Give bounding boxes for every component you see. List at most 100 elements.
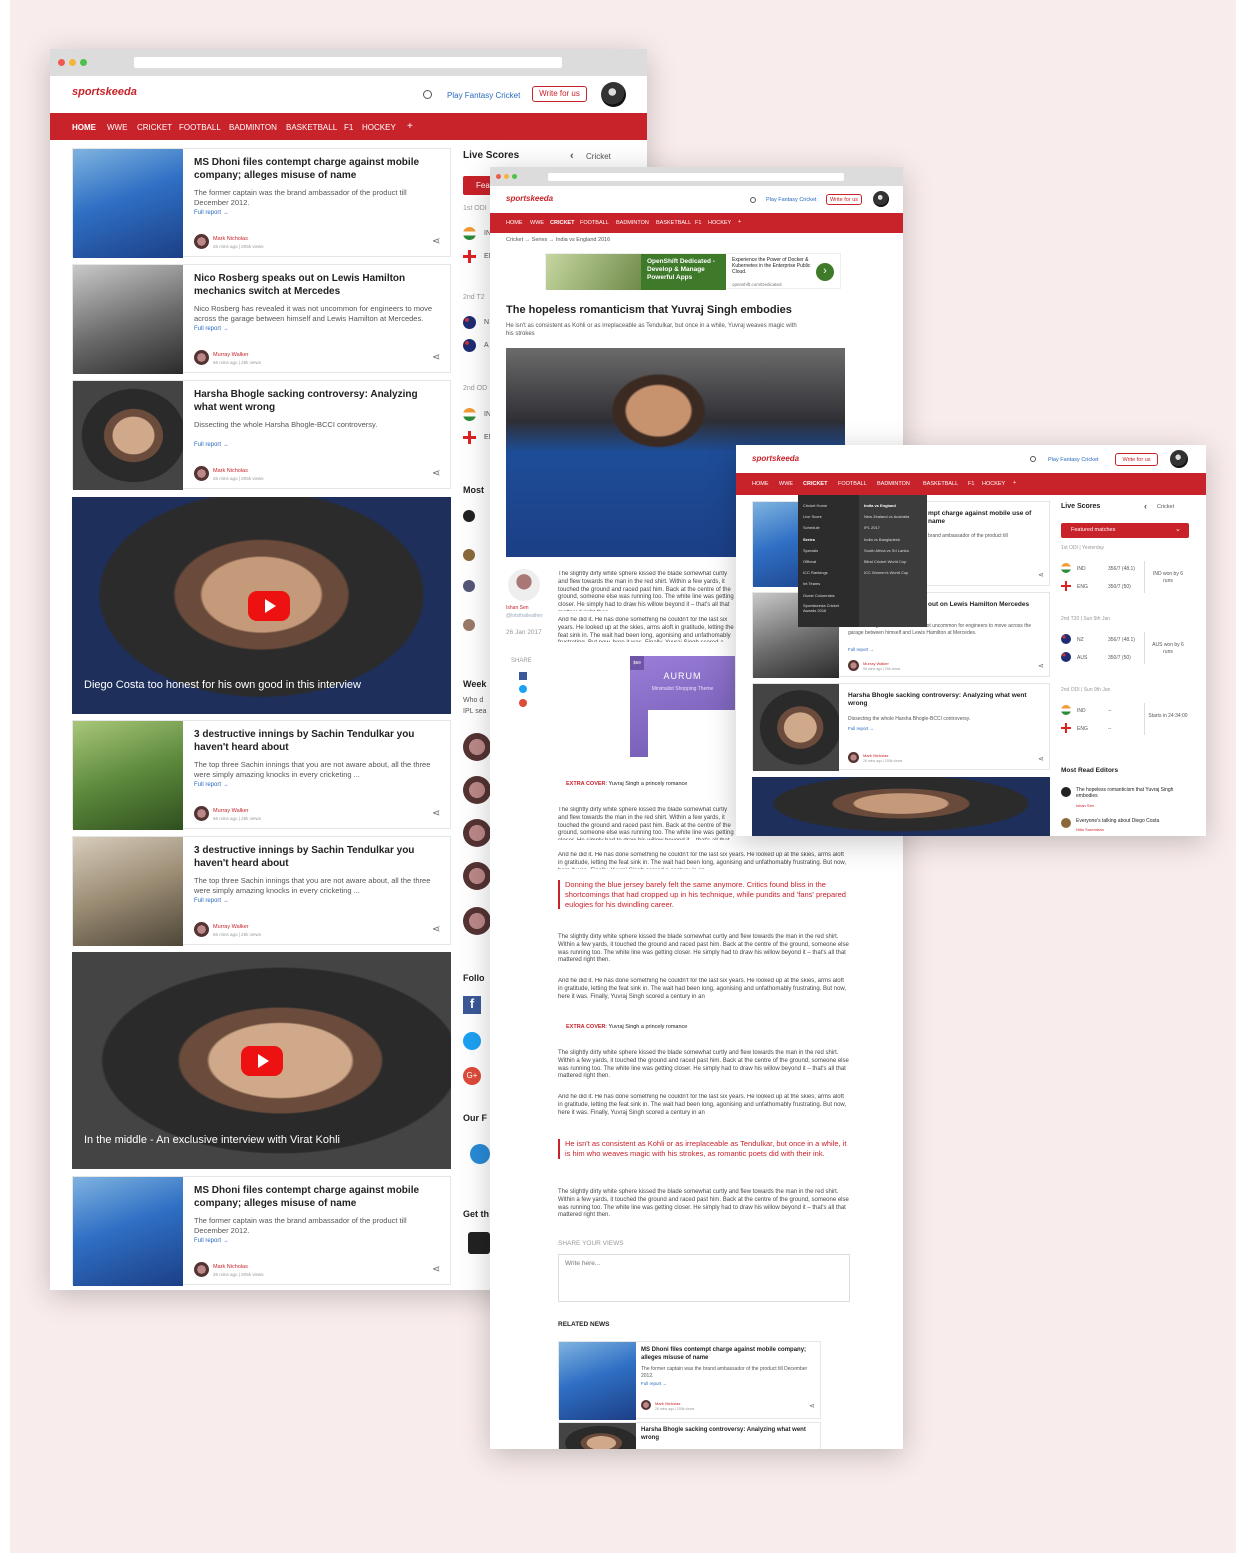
nav-wwe[interactable]: WWE <box>107 123 127 132</box>
play-icon[interactable] <box>248 591 290 621</box>
author-avatar[interactable] <box>508 569 540 601</box>
share-icon[interactable]: ⋖ <box>432 236 440 247</box>
address-bar[interactable] <box>548 173 844 181</box>
nav-f1[interactable]: F1 <box>695 220 701 226</box>
close-dot[interactable] <box>496 174 501 179</box>
share-icon[interactable]: ⋖ <box>432 808 440 819</box>
related-card[interactable]: Harsha Bhogle sacking controversy: Analy… <box>558 1422 821 1449</box>
site-logo[interactable]: sportskeeda <box>506 194 553 203</box>
author-name[interactable]: Mark Nicholas <box>213 1264 248 1270</box>
author-handle[interactable]: @lotsthatleather <box>506 613 542 619</box>
full-report-link[interactable]: Full report → <box>641 1381 667 1386</box>
author-name[interactable]: Mark Nicholas <box>213 468 248 474</box>
nav-badminton[interactable]: BADMINTON <box>877 481 910 487</box>
card-title[interactable]: Nico Rosberg speaks out on Lewis Hamilto… <box>194 273 439 298</box>
nav-more[interactable]: + <box>1013 480 1016 486</box>
news-card[interactable]: Harsha Bhogle sacking controversy: Analy… <box>752 683 1050 771</box>
dropdown-item-left[interactable]: Series <box>803 537 815 542</box>
share-icon[interactable]: ⋖ <box>432 924 440 935</box>
chevron-left-icon[interactable]: ‹ <box>570 150 574 162</box>
dropdown-item-right[interactable]: South Africa vs Sri Lanka <box>864 548 909 553</box>
nav-badminton[interactable]: BADMINTON <box>616 220 649 226</box>
user-avatar[interactable] <box>601 82 626 107</box>
dropdown-item-left[interactable]: ICC Rankings <box>803 570 828 575</box>
app-icon[interactable] <box>470 1144 490 1164</box>
breadcrumb[interactable]: Cricket → Series → India vs England 2016 <box>506 237 610 243</box>
nav-hockey[interactable]: HOCKEY <box>982 481 1005 487</box>
video-caption[interactable]: Diego Costa too honest for his own good … <box>84 679 434 691</box>
nav-wwe[interactable]: WWE <box>779 481 793 487</box>
share-icon[interactable]: ⋖ <box>809 1402 815 1410</box>
nav-football[interactable]: FOOTBALL <box>179 123 221 132</box>
news-card[interactable]: Nico Rosberg speaks out on Lewis Hamilto… <box>72 264 451 374</box>
site-logo[interactable]: sportskeeda <box>752 454 799 463</box>
ad-banner[interactable]: OpenShift Dedicated - Develop & Manage P… <box>545 253 841 290</box>
full-report-link[interactable]: Full report → <box>194 210 229 216</box>
news-card[interactable]: MS Dhoni files contempt charge against m… <box>72 148 451 258</box>
write-for-us-button[interactable]: Write for us <box>532 86 587 102</box>
most-read-author[interactable]: Nitin Surendran <box>1076 827 1104 832</box>
video-card[interactable]: In the middle - An exclusive interview w… <box>72 952 451 1169</box>
minimize-dot[interactable] <box>69 59 76 66</box>
nav-home[interactable]: HOME <box>752 481 769 487</box>
related-title[interactable]: MS Dhoni files contempt charge against m… <box>641 1347 811 1362</box>
related-card[interactable]: MS Dhoni files contempt charge against m… <box>558 1341 821 1420</box>
card-title[interactable]: Harsha Bhogle sacking controversy: Analy… <box>848 692 1046 708</box>
news-card[interactable]: MS Dhoni files contempt charge against m… <box>72 1176 451 1286</box>
news-card[interactable]: Harsha Bhogle sacking controversy: Analy… <box>72 380 451 490</box>
close-dot[interactable] <box>58 59 65 66</box>
twitter-icon[interactable] <box>519 685 527 693</box>
author-name[interactable]: Murray Walker <box>213 808 249 814</box>
card-title[interactable]: MS Dhoni files contempt charge against m… <box>194 1185 439 1210</box>
maximize-dot[interactable] <box>512 174 517 179</box>
author-name[interactable]: Murray Walker <box>213 924 249 930</box>
card-title[interactable]: MS Dhoni files contempt charge against m… <box>194 157 439 182</box>
write-for-us-button[interactable]: Write for us <box>1115 453 1158 466</box>
card-title[interactable]: 3 destructive innings by Sachin Tendulka… <box>194 845 439 870</box>
comment-input[interactable] <box>558 1254 850 1302</box>
fantasy-link[interactable]: Play Fantasy Cricket <box>1048 457 1098 463</box>
extra-cover-link[interactable]: EXTRA COVER: Yuvraj Singh a princely rom… <box>566 781 687 787</box>
dropdown-item-left[interactable]: Live Score <box>803 514 822 519</box>
sport-selector[interactable]: Cricket <box>1157 504 1174 510</box>
dropdown-item-left[interactable]: Schedule <box>803 525 820 530</box>
full-report-link[interactable]: Full report → <box>848 647 874 652</box>
dropdown-item-right[interactable]: IPL 2017 <box>864 525 880 530</box>
most-read-author[interactable]: Ishan Sen <box>1076 803 1094 808</box>
facebook-icon[interactable] <box>519 672 527 680</box>
author-name[interactable]: Murray Walker <box>213 352 249 358</box>
author-name[interactable]: Mark Nicholas <box>213 236 248 242</box>
player-avatar[interactable] <box>463 733 491 761</box>
share-icon[interactable]: ⋖ <box>1038 571 1044 579</box>
fantasy-link[interactable]: Play Fantasy Cricket <box>447 91 520 100</box>
player-avatar[interactable] <box>463 907 491 935</box>
search-icon[interactable] <box>750 197 756 203</box>
nav-more[interactable]: + <box>407 121 413 132</box>
video-caption[interactable]: In the middle - An exclusive interview w… <box>84 1134 434 1146</box>
featured-matches-dropdown[interactable]: Featured matches ⌄ <box>1061 523 1189 538</box>
nav-more[interactable]: + <box>738 219 741 225</box>
card-title[interactable]: 3 destructive innings by Sachin Tendulka… <box>194 729 439 754</box>
address-bar[interactable] <box>134 57 562 68</box>
dropdown-item-left[interactable]: Int Teams <box>803 581 820 586</box>
play-store-icon[interactable] <box>468 1232 490 1254</box>
dropdown-item-right[interactable]: ICC Women's World Cup <box>864 570 908 575</box>
dropdown-item-left[interactable]: Cricket Home <box>803 503 827 508</box>
author-name[interactable]: Mark Nicholas <box>863 753 888 758</box>
full-report-link[interactable]: Full report → <box>194 782 229 788</box>
news-card[interactable]: 3 destructive innings by Sachin Tendulka… <box>72 836 451 946</box>
search-icon[interactable] <box>423 90 432 99</box>
card-title[interactable]: Harsha Bhogle sacking controversy: Analy… <box>194 389 439 414</box>
share-icon[interactable]: ⋖ <box>1038 755 1044 763</box>
nav-football[interactable]: FOOTBALL <box>580 220 609 226</box>
nav-f1[interactable]: F1 <box>344 123 353 132</box>
share-icon[interactable]: ⋖ <box>432 1264 440 1275</box>
video-card[interactable]: Diego Costa too honest for his own good … <box>72 497 451 714</box>
full-report-link[interactable]: Full report → <box>194 442 229 448</box>
chevron-left-icon[interactable]: ‹ <box>1144 501 1147 511</box>
share-icon[interactable]: ⋖ <box>432 352 440 363</box>
most-read-title-link[interactable]: Everyone's talking about Diego Costa <box>1076 818 1186 824</box>
author-name[interactable]: Ishan Sen <box>506 605 529 611</box>
google-plus-icon[interactable] <box>519 699 527 707</box>
author-name[interactable]: Mark Nicholas <box>655 1401 680 1406</box>
